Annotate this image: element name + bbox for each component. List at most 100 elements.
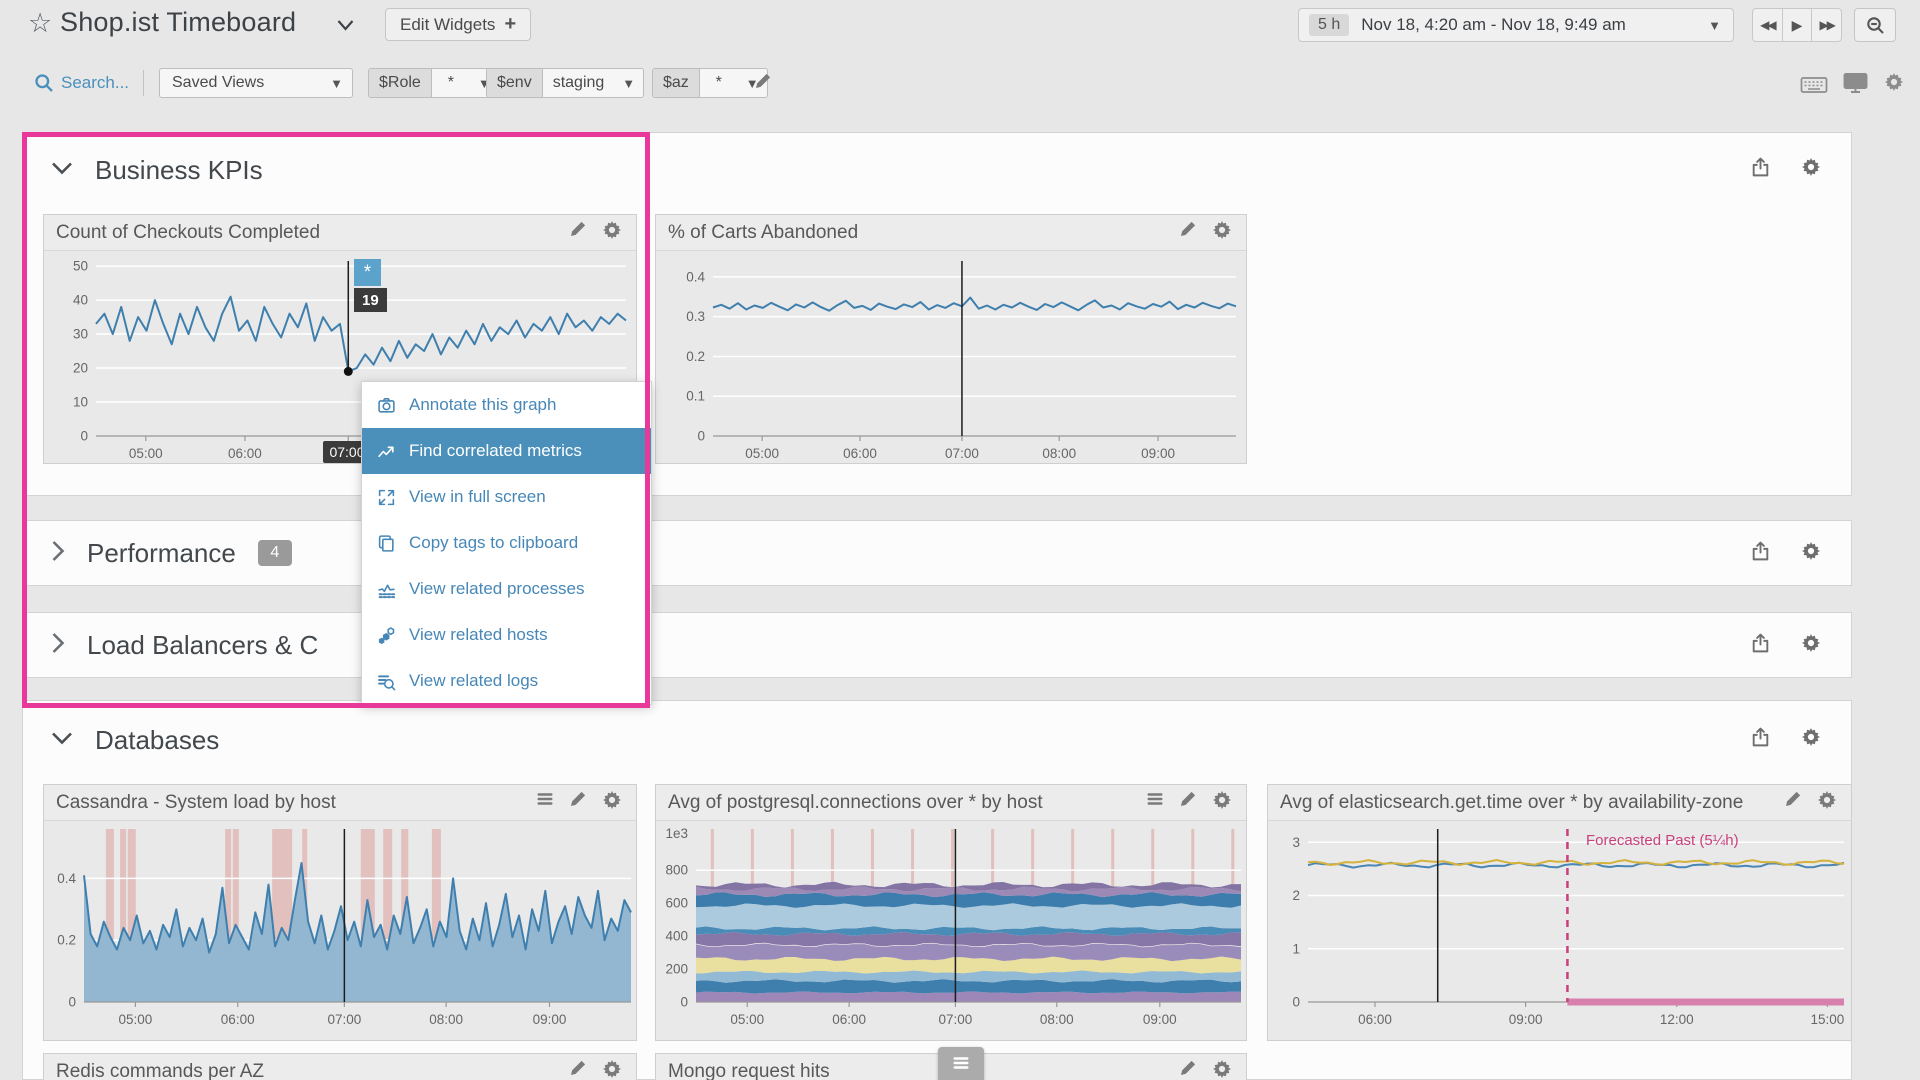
template-var-role-value: * xyxy=(432,69,470,97)
section-business-kpis-header[interactable]: Business KPIs xyxy=(23,133,1851,186)
pencil-icon[interactable] xyxy=(1179,1059,1197,1080)
time-range-text: Nov 18, 4:20 am - Nov 18, 9:49 am xyxy=(1361,15,1626,35)
menu-item-label: View in full screen xyxy=(409,487,546,507)
edit-widgets-button[interactable]: Edit Widgets+ xyxy=(385,8,531,41)
plus-icon: + xyxy=(504,13,516,36)
svg-text:06:00: 06:00 xyxy=(1358,1012,1392,1027)
title-chevron-down-icon[interactable] xyxy=(337,18,354,36)
copy-icon xyxy=(377,534,396,553)
widget-redis: Redis commands per AZ xyxy=(43,1053,637,1080)
chart-carts[interactable]: 00.10.20.30.405:0006:0007:0008:0009:00 xyxy=(656,251,1246,465)
menu-item-label: Find correlated metrics xyxy=(409,441,582,461)
template-var-role[interactable]: $Role * ▼ xyxy=(368,68,500,98)
menu-item-label: Copy tags to clipboard xyxy=(409,533,578,553)
share-icon[interactable] xyxy=(1750,727,1771,753)
time-range-selector[interactable]: 5 h Nov 18, 4:20 am - Nov 18, 9:49 am ▼ xyxy=(1298,8,1734,42)
list-icon[interactable] xyxy=(1146,790,1164,815)
gear-icon[interactable] xyxy=(1212,790,1232,815)
svg-text:0: 0 xyxy=(680,995,688,1010)
menu-item-view-related-hosts[interactable]: View related hosts xyxy=(362,612,651,658)
share-icon[interactable] xyxy=(1750,157,1771,183)
time-play-button[interactable]: ▶ xyxy=(1783,9,1813,41)
menu-item-view-related-processes[interactable]: View related processes xyxy=(362,566,651,612)
processes-icon xyxy=(377,580,396,599)
share-icon[interactable] xyxy=(1750,541,1771,567)
share-icon[interactable] xyxy=(1750,633,1771,659)
collapse-chevron-right-icon[interactable] xyxy=(51,632,65,659)
svg-text:06:00: 06:00 xyxy=(228,446,262,461)
pencil-icon[interactable] xyxy=(569,790,587,815)
chart-postgres[interactable]: 02004006008001e305:0006:0007:0008:0009:0… xyxy=(656,821,1246,1042)
widget-checkouts-header: Count of Checkouts Completed xyxy=(44,215,636,251)
gear-icon[interactable] xyxy=(1212,220,1232,245)
gear-icon[interactable] xyxy=(602,790,622,815)
search-input[interactable]: Search... xyxy=(61,73,129,93)
svg-text:0.2: 0.2 xyxy=(57,933,76,948)
pencil-icon[interactable] xyxy=(1784,790,1802,815)
widget-carts-header: % of Carts Abandoned xyxy=(656,215,1246,251)
section-load-balancers-header[interactable]: Load Balancers & C xyxy=(23,613,1851,677)
camera-icon xyxy=(377,396,396,415)
chart-elasticsearch[interactable]: 012306:0009:0012:0015:00 xyxy=(1268,821,1851,1042)
menu-item-view-related-logs[interactable]: View related logs xyxy=(362,658,651,704)
gear-icon[interactable] xyxy=(1801,727,1821,753)
svg-text:10: 10 xyxy=(73,395,88,410)
saved-views-label: Saved Views xyxy=(172,74,264,92)
mongo-legend-button[interactable] xyxy=(938,1047,984,1080)
svg-text:05:00: 05:00 xyxy=(129,446,163,461)
zoom-out-button[interactable] xyxy=(1854,8,1896,42)
menu-item-find-correlated-metrics[interactable]: Find correlated metrics xyxy=(362,428,651,474)
template-var-az-name: $az xyxy=(653,69,700,97)
template-var-env[interactable]: $env staging ▼ xyxy=(486,68,644,98)
widget-cassandra: Cassandra - System load by host 00.20.40… xyxy=(43,784,637,1041)
time-forward-button[interactable]: ▶▶ xyxy=(1812,9,1841,41)
keyboard-shortcuts-icon[interactable] xyxy=(1800,75,1828,100)
section-performance-header[interactable]: Performance 4 xyxy=(23,521,1851,585)
pencil-icon[interactable] xyxy=(1179,220,1197,245)
svg-text:12:00: 12:00 xyxy=(1660,1012,1694,1027)
svg-text:07:00: 07:00 xyxy=(939,1012,973,1027)
svg-text:20: 20 xyxy=(73,361,88,376)
gear-icon[interactable] xyxy=(1801,541,1821,567)
widget-title: Avg of postgresql.connections over * by … xyxy=(668,792,1043,814)
gear-icon[interactable] xyxy=(1801,157,1821,183)
saved-views-select[interactable]: Saved Views ▼ xyxy=(159,68,353,98)
svg-text:08:00: 08:00 xyxy=(1040,1012,1074,1027)
menu-item-annotate-this-graph[interactable]: Annotate this graph xyxy=(362,382,651,428)
pencil-icon[interactable] xyxy=(569,1059,587,1080)
gear-icon[interactable] xyxy=(602,1059,622,1080)
settings-gear-icon[interactable] xyxy=(1884,72,1904,97)
collapse-chevron-down-icon[interactable] xyxy=(51,161,73,180)
widget-elasticsearch: Avg of elasticsearch.get.time over * by … xyxy=(1267,784,1852,1041)
svg-text:09:00: 09:00 xyxy=(533,1012,567,1027)
widget-postgres-header: Avg of postgresql.connections over * by … xyxy=(656,785,1246,821)
gear-icon[interactable] xyxy=(1801,633,1821,659)
svg-text:3: 3 xyxy=(1292,835,1300,850)
collapse-chevron-right-icon[interactable] xyxy=(51,540,65,567)
template-var-az[interactable]: $az * ▼ xyxy=(652,68,768,98)
svg-text:08:00: 08:00 xyxy=(1042,446,1076,461)
section-databases-header[interactable]: Databases xyxy=(23,701,1851,756)
pencil-icon[interactable] xyxy=(569,220,587,245)
widget-title: Mongo request hits xyxy=(668,1061,830,1080)
widget-cassandra-header: Cassandra - System load by host xyxy=(44,785,636,821)
menu-item-copy-tags-to-clipboard[interactable]: Copy tags to clipboard xyxy=(362,520,651,566)
widget-title: Redis commands per AZ xyxy=(56,1061,264,1080)
svg-text:06:00: 06:00 xyxy=(221,1012,255,1027)
tv-mode-icon[interactable] xyxy=(1843,72,1868,99)
chart-cassandra[interactable]: 00.20.405:0006:0007:0008:0009:00 xyxy=(44,821,636,1042)
gear-icon[interactable] xyxy=(1212,1059,1232,1080)
svg-text:15:00: 15:00 xyxy=(1810,1012,1844,1027)
svg-text:50: 50 xyxy=(73,259,88,274)
edit-template-vars-pencil-icon[interactable] xyxy=(754,72,772,95)
list-icon[interactable] xyxy=(536,790,554,815)
time-backward-button[interactable]: ◀◀ xyxy=(1753,9,1783,41)
search-icon[interactable] xyxy=(34,73,54,98)
gear-icon[interactable] xyxy=(1817,790,1837,815)
pencil-icon[interactable] xyxy=(1179,790,1197,815)
collapse-chevron-down-icon[interactable] xyxy=(51,731,73,750)
gear-icon[interactable] xyxy=(602,220,622,245)
menu-item-view-in-full-screen[interactable]: View in full screen xyxy=(362,474,651,520)
template-var-env-value: staging xyxy=(543,69,615,97)
favorite-star-icon[interactable]: ☆ xyxy=(28,8,52,39)
